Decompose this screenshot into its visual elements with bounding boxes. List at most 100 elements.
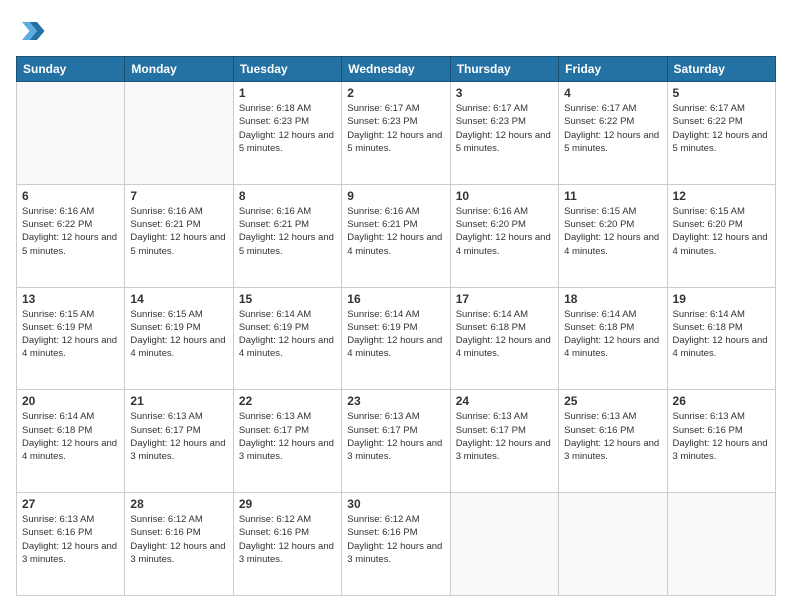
calendar-cell: 3 Sunrise: 6:17 AM Sunset: 6:23 PM Daylig…	[450, 82, 558, 185]
calendar-cell: 11Sunrise: 6:15 AM Sunset: 6:20 PM Dayli…	[559, 184, 667, 287]
day-number: 29	[239, 497, 336, 511]
calendar-cell: 21 Sunrise: 6:13 AM Sunset: 6:17 PM Dayli…	[125, 390, 233, 493]
calendar-cell: 28 Sunrise: 6:12 AM Sunset: 6:16 PM Dayli…	[125, 493, 233, 596]
day-info: Sunrise: 6:14 AM Sunset: 6:18 PM Dayligh…	[456, 308, 553, 361]
weekday-header-row: SundayMondayTuesdayWednesdayThursdayFrid…	[17, 57, 776, 82]
calendar-cell: 24 Sunrise: 6:13 AM Sunset: 6:17 PM Dayli…	[450, 390, 558, 493]
day-info: Sunrise: 6:14 AM Sunset: 6:19 PM Dayligh…	[239, 308, 336, 361]
weekday-header-saturday: Saturday	[667, 57, 775, 82]
day-number: 20	[22, 394, 119, 408]
calendar-cell: 23 Sunrise: 6:13 AM Sunset: 6:17 PM Dayli…	[342, 390, 450, 493]
day-number: 26	[673, 394, 770, 408]
weekday-header-friday: Friday	[559, 57, 667, 82]
day-info: Sunrise: 6:14 AM Sunset: 6:18 PM Dayligh…	[22, 410, 119, 463]
calendar-row-4: 27 Sunrise: 6:13 AM Sunset: 6:16 PM Dayli…	[17, 493, 776, 596]
calendar-row-1: 6 Sunrise: 6:16 AM Sunset: 6:22 PM Daylig…	[17, 184, 776, 287]
day-info: Sunrise: 6:16 AM Sunset: 6:21 PM Dayligh…	[347, 205, 444, 258]
day-info: Sunrise: 6:13 AM Sunset: 6:17 PM Dayligh…	[347, 410, 444, 463]
day-info: Sunrise: 6:17 AM Sunset: 6:23 PM Dayligh…	[456, 102, 553, 155]
day-number: 6	[22, 189, 119, 203]
calendar-cell: 15 Sunrise: 6:14 AM Sunset: 6:19 PM Dayli…	[233, 287, 341, 390]
day-number: 18	[564, 292, 661, 306]
day-number: 3	[456, 86, 553, 100]
day-info: Sunrise: 6:18 AM Sunset: 6:23 PM Dayligh…	[239, 102, 336, 155]
calendar-cell: 10Sunrise: 6:16 AM Sunset: 6:20 PM Dayli…	[450, 184, 558, 287]
calendar-cell: 29Sunrise: 6:12 AM Sunset: 6:16 PM Dayli…	[233, 493, 341, 596]
day-number: 16	[347, 292, 444, 306]
day-number: 9	[347, 189, 444, 203]
calendar-cell: 17Sunrise: 6:14 AM Sunset: 6:18 PM Dayli…	[450, 287, 558, 390]
calendar-cell: 12Sunrise: 6:15 AM Sunset: 6:20 PM Dayli…	[667, 184, 775, 287]
day-info: Sunrise: 6:15 AM Sunset: 6:19 PM Dayligh…	[22, 308, 119, 361]
calendar-cell: 8Sunrise: 6:16 AM Sunset: 6:21 PM Daylig…	[233, 184, 341, 287]
day-info: Sunrise: 6:13 AM Sunset: 6:16 PM Dayligh…	[673, 410, 770, 463]
calendar-cell: 30 Sunrise: 6:12 AM Sunset: 6:16 PM Dayli…	[342, 493, 450, 596]
day-number: 7	[130, 189, 227, 203]
day-info: Sunrise: 6:13 AM Sunset: 6:16 PM Dayligh…	[22, 513, 119, 566]
calendar-cell	[17, 82, 125, 185]
calendar-cell: 5 Sunrise: 6:17 AM Sunset: 6:22 PM Daylig…	[667, 82, 775, 185]
weekday-header-wednesday: Wednesday	[342, 57, 450, 82]
day-info: Sunrise: 6:13 AM Sunset: 6:16 PM Dayligh…	[564, 410, 661, 463]
day-info: Sunrise: 6:14 AM Sunset: 6:18 PM Dayligh…	[564, 308, 661, 361]
day-number: 2	[347, 86, 444, 100]
day-number: 19	[673, 292, 770, 306]
weekday-header-tuesday: Tuesday	[233, 57, 341, 82]
day-info: Sunrise: 6:16 AM Sunset: 6:20 PM Dayligh…	[456, 205, 553, 258]
calendar-row-3: 20 Sunrise: 6:14 AM Sunset: 6:18 PM Dayli…	[17, 390, 776, 493]
day-number: 21	[130, 394, 227, 408]
calendar-cell: 16 Sunrise: 6:14 AM Sunset: 6:19 PM Dayli…	[342, 287, 450, 390]
calendar-cell: 19 Sunrise: 6:14 AM Sunset: 6:18 PM Dayli…	[667, 287, 775, 390]
weekday-header-thursday: Thursday	[450, 57, 558, 82]
logo	[16, 16, 50, 46]
day-number: 25	[564, 394, 661, 408]
calendar-cell	[125, 82, 233, 185]
calendar: SundayMondayTuesdayWednesdayThursdayFrid…	[16, 56, 776, 596]
calendar-cell: 20 Sunrise: 6:14 AM Sunset: 6:18 PM Dayli…	[17, 390, 125, 493]
day-info: Sunrise: 6:17 AM Sunset: 6:22 PM Dayligh…	[564, 102, 661, 155]
calendar-row-2: 13Sunrise: 6:15 AM Sunset: 6:19 PM Dayli…	[17, 287, 776, 390]
calendar-cell: 4 Sunrise: 6:17 AM Sunset: 6:22 PM Daylig…	[559, 82, 667, 185]
day-info: Sunrise: 6:12 AM Sunset: 6:16 PM Dayligh…	[130, 513, 227, 566]
calendar-cell: 25 Sunrise: 6:13 AM Sunset: 6:16 PM Dayli…	[559, 390, 667, 493]
calendar-cell: 1 Sunrise: 6:18 AM Sunset: 6:23 PM Daylig…	[233, 82, 341, 185]
day-info: Sunrise: 6:14 AM Sunset: 6:19 PM Dayligh…	[347, 308, 444, 361]
day-info: Sunrise: 6:17 AM Sunset: 6:22 PM Dayligh…	[673, 102, 770, 155]
day-number: 1	[239, 86, 336, 100]
day-info: Sunrise: 6:16 AM Sunset: 6:21 PM Dayligh…	[130, 205, 227, 258]
calendar-cell: 2 Sunrise: 6:17 AM Sunset: 6:23 PM Daylig…	[342, 82, 450, 185]
logo-icon	[16, 16, 46, 46]
calendar-cell	[667, 493, 775, 596]
day-number: 23	[347, 394, 444, 408]
calendar-cell: 6 Sunrise: 6:16 AM Sunset: 6:22 PM Daylig…	[17, 184, 125, 287]
day-number: 5	[673, 86, 770, 100]
day-number: 15	[239, 292, 336, 306]
calendar-cell: 13Sunrise: 6:15 AM Sunset: 6:19 PM Dayli…	[17, 287, 125, 390]
calendar-cell: 7 Sunrise: 6:16 AM Sunset: 6:21 PM Daylig…	[125, 184, 233, 287]
day-info: Sunrise: 6:13 AM Sunset: 6:17 PM Dayligh…	[456, 410, 553, 463]
day-number: 4	[564, 86, 661, 100]
calendar-cell: 27 Sunrise: 6:13 AM Sunset: 6:16 PM Dayli…	[17, 493, 125, 596]
day-info: Sunrise: 6:13 AM Sunset: 6:17 PM Dayligh…	[130, 410, 227, 463]
day-info: Sunrise: 6:14 AM Sunset: 6:18 PM Dayligh…	[673, 308, 770, 361]
day-number: 24	[456, 394, 553, 408]
calendar-cell	[559, 493, 667, 596]
day-number: 27	[22, 497, 119, 511]
day-info: Sunrise: 6:12 AM Sunset: 6:16 PM Dayligh…	[347, 513, 444, 566]
day-info: Sunrise: 6:16 AM Sunset: 6:21 PM Dayligh…	[239, 205, 336, 258]
day-info: Sunrise: 6:15 AM Sunset: 6:20 PM Dayligh…	[673, 205, 770, 258]
day-number: 30	[347, 497, 444, 511]
day-info: Sunrise: 6:16 AM Sunset: 6:22 PM Dayligh…	[22, 205, 119, 258]
day-number: 14	[130, 292, 227, 306]
weekday-header-sunday: Sunday	[17, 57, 125, 82]
calendar-row-0: 1 Sunrise: 6:18 AM Sunset: 6:23 PM Daylig…	[17, 82, 776, 185]
day-info: Sunrise: 6:15 AM Sunset: 6:20 PM Dayligh…	[564, 205, 661, 258]
day-info: Sunrise: 6:17 AM Sunset: 6:23 PM Dayligh…	[347, 102, 444, 155]
calendar-cell	[450, 493, 558, 596]
day-number: 28	[130, 497, 227, 511]
calendar-cell: 18 Sunrise: 6:14 AM Sunset: 6:18 PM Dayli…	[559, 287, 667, 390]
calendar-cell: 26 Sunrise: 6:13 AM Sunset: 6:16 PM Dayli…	[667, 390, 775, 493]
page: SundayMondayTuesdayWednesdayThursdayFrid…	[0, 0, 792, 612]
day-info: Sunrise: 6:13 AM Sunset: 6:17 PM Dayligh…	[239, 410, 336, 463]
weekday-header-monday: Monday	[125, 57, 233, 82]
